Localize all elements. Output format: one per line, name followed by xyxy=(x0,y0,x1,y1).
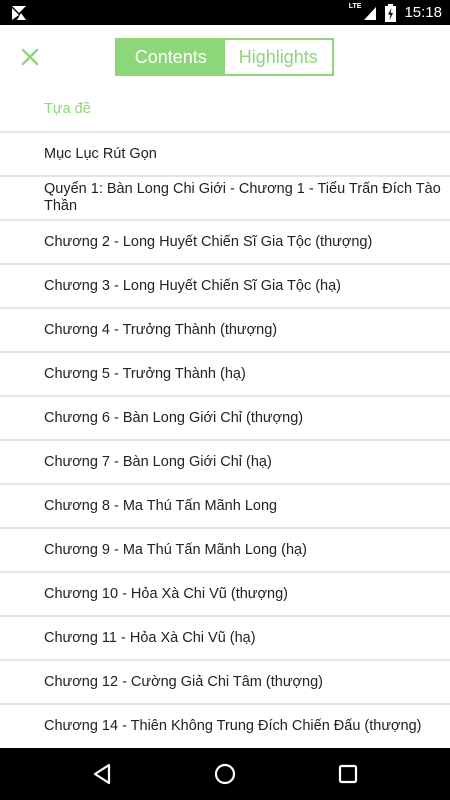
toc-item[interactable]: Chương 6 - Bàn Long Giới Chỉ (thượng) xyxy=(0,395,450,439)
recents-button[interactable] xyxy=(328,754,368,794)
toc-title[interactable]: Tựa đề xyxy=(0,87,450,131)
toc-item[interactable]: Chương 4 - Trưởng Thành (thượng) xyxy=(0,307,450,351)
toc-item[interactable]: Chương 9 - Ma Thú Tấn Mãnh Long (hạ) xyxy=(0,527,450,571)
signal-icon xyxy=(364,6,377,20)
toolbar: Contents Highlights xyxy=(0,25,450,87)
clock: 15:18 xyxy=(404,4,442,21)
home-button[interactable] xyxy=(205,754,245,794)
toc-item[interactable]: Mục Lục Rút Gọn xyxy=(0,131,450,175)
tab-contents[interactable]: Contents xyxy=(117,40,225,74)
back-icon xyxy=(93,763,110,785)
navigation-bar xyxy=(0,748,450,800)
recents-icon xyxy=(339,764,358,784)
tab-highlights[interactable]: Highlights xyxy=(224,40,332,74)
toc-item[interactable]: Chương 11 - Hỏa Xà Chi Vũ (hạ) xyxy=(0,615,450,659)
toc-item[interactable]: Chương 2 - Long Huyết Chiến Sĩ Gia Tộc (… xyxy=(0,219,450,263)
toc-item[interactable]: Chương 10 - Hỏa Xà Chi Vũ (thượng) xyxy=(0,571,450,615)
back-button[interactable] xyxy=(82,754,122,794)
close-icon xyxy=(21,48,39,66)
toc-item[interactable]: Chương 5 - Trưởng Thành (hạ) xyxy=(0,351,450,395)
toc-item[interactable]: Chương 7 - Bàn Long Giới Chỉ (hạ) xyxy=(0,439,450,483)
view-switcher: Contents Highlights xyxy=(115,38,334,76)
toc-item[interactable]: Chương 14 - Thiên Không Trung Đích Chiến… xyxy=(0,703,450,747)
home-icon xyxy=(214,763,236,785)
status-bar: LTE 15:18 xyxy=(0,0,450,25)
app-notification-icon xyxy=(12,6,26,20)
toc-item[interactable]: Chương 3 - Long Huyết Chiến Sĩ Gia Tộc (… xyxy=(0,263,450,307)
toc-item[interactable]: Quyển 1: Bàn Long Chi Giới - Chương 1 - … xyxy=(0,175,450,219)
toc-item[interactable]: Chương 8 - Ma Thú Tấn Mãnh Long xyxy=(0,483,450,527)
close-button[interactable] xyxy=(16,43,44,71)
network-type-label: LTE xyxy=(348,3,362,10)
battery-charging-icon xyxy=(385,3,397,22)
toc-item[interactable]: Chương 12 - Cường Giả Chi Tâm (thượng) xyxy=(0,659,450,703)
table-of-contents-list: Tựa đề Mục Lục Rút Gọn Quyển 1: Bàn Long… xyxy=(0,87,450,748)
